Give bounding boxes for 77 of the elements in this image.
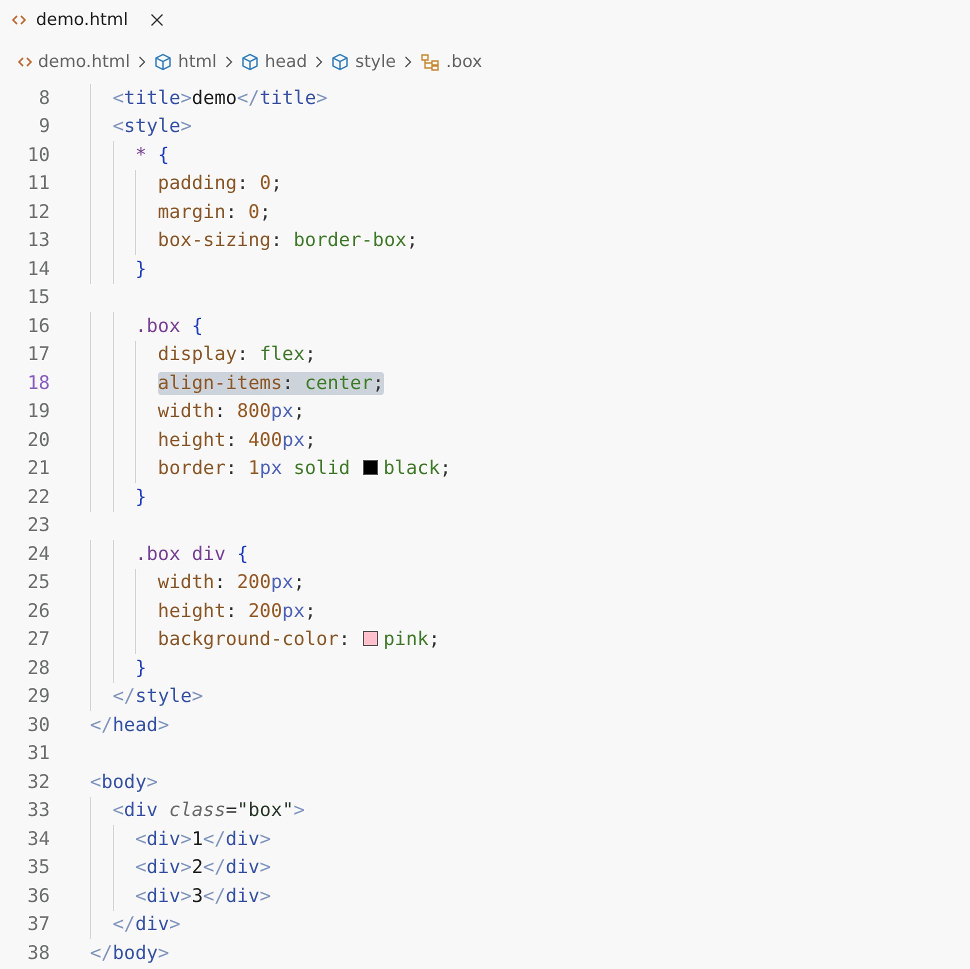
code-line: }	[135, 656, 146, 680]
code-line: <title>demo</title>	[112, 86, 328, 110]
code-line: <div>2</div>	[135, 856, 271, 880]
code-line: border: 1px solid black;	[158, 457, 452, 480]
code-line: .box div {	[135, 542, 248, 566]
line-number: 21	[26, 458, 50, 480]
line-number: 30	[26, 714, 50, 736]
color-swatch[interactable]	[363, 631, 378, 646]
code-line: </div>	[112, 913, 180, 936]
line-number: 18	[26, 372, 50, 394]
close-icon[interactable]	[150, 13, 164, 27]
code-line: <div class="box">	[112, 799, 305, 822]
code-line: <style>	[112, 115, 192, 138]
line-number: 11	[26, 173, 50, 194]
code-line: margin: 0;	[158, 200, 271, 224]
code-line: }	[135, 486, 146, 509]
code-line: <body>	[90, 770, 158, 794]
code-line: }	[135, 258, 146, 281]
line-number: 24	[26, 544, 50, 565]
code-line: height: 400px;	[158, 428, 316, 452]
line-number: 32	[26, 772, 50, 793]
chevron-icon	[138, 56, 146, 68]
cube-icon	[154, 53, 172, 71]
breadcrumb-item[interactable]: style	[331, 52, 396, 72]
chevron-icon	[404, 56, 412, 68]
line-number: 37	[26, 914, 50, 936]
line-number: 31	[26, 743, 50, 764]
line-number: 38	[26, 942, 50, 964]
line-number: 17	[26, 344, 50, 366]
nodes-icon	[420, 53, 440, 71]
code-line: width: 200px;	[158, 571, 305, 594]
line-number: 14	[26, 258, 50, 280]
line-number: 23	[26, 515, 50, 536]
chevron-icon	[315, 56, 324, 68]
line-number: 9	[38, 116, 50, 138]
code-line: <div>1</div>	[135, 828, 271, 851]
code-icon	[18, 56, 32, 68]
code-line: padding: 0;	[158, 172, 282, 196]
line-number: 16	[26, 316, 50, 337]
editor-tab[interactable]: demo.html	[0, 0, 178, 40]
color-swatch[interactable]	[363, 460, 378, 476]
line-number: 13	[26, 230, 50, 252]
line-number: 25	[26, 572, 50, 594]
breadcrumb-item[interactable]: .box	[420, 52, 482, 72]
line-number: 34	[26, 828, 50, 850]
line-number: 26	[26, 600, 50, 622]
line-number: 36	[26, 886, 50, 907]
code-line: <div>3</div>	[135, 884, 271, 908]
line-number: 22	[26, 486, 50, 508]
line-number: 27	[26, 629, 50, 650]
line-number: 8	[38, 88, 50, 109]
code-line: </style>	[112, 685, 204, 708]
code-line: </body>	[90, 942, 170, 965]
line-number: 20	[26, 430, 50, 451]
code-line: background-color: pink;	[158, 628, 440, 652]
line-number: 29	[26, 686, 50, 708]
cube-icon	[331, 53, 350, 71]
code-line: </head>	[90, 714, 170, 737]
code-line: height: 200px;	[158, 600, 316, 623]
line-number: 10	[26, 144, 50, 166]
code-line: .box {	[135, 314, 204, 338]
line-number: 19	[26, 401, 50, 422]
cube-icon	[240, 53, 259, 71]
breadcrumb-item[interactable]: demo.html	[18, 52, 130, 72]
line-number: 12	[26, 202, 50, 223]
code-line: width: 800px;	[158, 400, 305, 424]
line-number: 28	[26, 658, 50, 679]
breadcrumb-item[interactable]: html	[154, 52, 217, 72]
code-line: display: flex;	[158, 343, 316, 366]
line-number: 15	[26, 287, 50, 308]
line-number: 35	[26, 857, 50, 878]
breadcrumb-item[interactable]: head	[240, 52, 308, 72]
line-number: 33	[26, 800, 50, 822]
chevron-icon	[224, 56, 233, 68]
code-icon	[12, 14, 26, 26]
code-line: * {	[135, 144, 170, 167]
code-line: box-sizing: border-box;	[158, 229, 418, 252]
